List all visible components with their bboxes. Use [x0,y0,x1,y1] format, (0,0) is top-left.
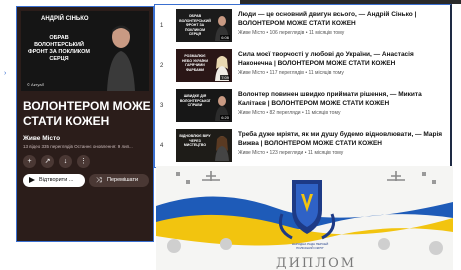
thumbnail-logo: © АктуаЛ [27,82,45,87]
video-title[interactable]: Люди — це основний двигун всього, — Андр… [238,10,448,28]
screenshot-stage: › АНДРІЙ СІНЬКО ОБРАВ ВОЛОНТЕРСЬКИЙ ФРОН… [0,0,461,270]
person-silhouette [107,25,135,91]
thumbnail-caption: ШВИДКЕ ДІЯ ВОЛОНТЕРСЬКОЇ СПРАВИ [179,94,211,107]
video-thumbnail[interactable]: РОЗМАЛЮЄ НЕБО УКРАЇНИ ГАРЯЧИМИ ФАРБАМИ 7… [176,49,232,82]
video-thumbnail[interactable]: ВІДНОВЛЮЄ ВІРУ ЧЕРЕЗ МИСТЕЦТВО [176,129,232,162]
video-title[interactable]: Волонтер повинен швидко приймати рішення… [238,90,448,108]
more-icon[interactable]: ⋮ [77,155,90,168]
list-item[interactable]: 3 ШВИДКЕ ДІЯ ВОЛОНТЕРСЬКОЇ СПРАВИ 6:20 В… [155,87,453,125]
playlist-meta: 13 відео 335 переглядів Останнє оновленн… [23,144,133,149]
playlist-title: ВОЛОНТЕРОМ МОЖЕ СТАТИ КОЖЕН [23,99,151,128]
shuffle-label: Перемішати [107,177,139,183]
share-icon[interactable]: ↗ [41,155,54,168]
download-icon[interactable]: ↓ [59,155,72,168]
video-meta: Живе Місто • 106 переглядів • 11 місяців… [238,30,345,36]
video-index: 1 [160,23,164,29]
play-all-label: Відтворити ... [39,177,74,183]
thumbnail-caption: ОБРАВ ВОЛОНТЕРСЬКИЙ ФРОНТ ЗА ПОКЛИКОМ СЕ… [28,35,90,62]
person-silhouette [215,136,229,161]
list-item[interactable]: 1 ОБРАВ ВОЛОНТЕРСЬКИЙ ФРОНТ ЗА ПОКЛИКОМ … [155,7,453,45]
video-list: 1 ОБРАВ ВОЛОНТЕРСЬКИЙ ФРОНТ ЗА ПОКЛИКОМ … [154,4,452,168]
video-thumbnail[interactable]: ШВИДКЕ ДІЯ ВОЛОНТЕРСЬКОЇ СПРАВИ 6:20 [176,89,232,122]
video-title[interactable]: Треба дуже мріяти, як ми душу будемо від… [238,130,448,148]
video-index: 4 [160,143,164,149]
video-meta: Живе Місто • 123 перегляди • 11 місяців … [238,150,344,156]
video-meta: Живе Місто • 117 переглядів • 11 місяців… [238,70,344,76]
video-duration: 6:06 [220,35,230,40]
thumbnail-caption: ВІДНОВЛЮЄ ВІРУ ЧЕРЕЗ МИСТЕЦТВО [179,134,211,147]
video-meta: Живе Місто • 82 перегляди • 11 місяців т… [238,110,341,116]
playlist-actions: + ↗ ↓ ⋮ [23,155,90,168]
video-index: 3 [160,103,164,109]
side-arrow-icon: › [4,70,7,77]
video-thumbnail[interactable]: ОБРАВ ВОЛОНТЕРСЬКИЙ ФРОНТ ЗА ПОКЛИКОМ СЕ… [176,9,232,42]
play-all-button[interactable]: Відтворити ... [23,174,85,187]
thumbnail-person-name: АНДРІЙ СІНЬКО [41,16,89,22]
video-duration: 6:20 [220,115,230,120]
playlist-thumbnail[interactable]: АНДРІЙ СІНЬКО ОБРАВ ВОЛОНТЕРСЬКИЙ ФРОНТ … [21,11,149,91]
play-icon [29,177,35,183]
diploma-title: ДИПЛОМ [276,256,357,270]
list-item[interactable]: 2 РОЗМАЛЮЄ НЕБО УКРАЇНИ ГАРЯЧИМИ ФАРБАМИ… [155,47,453,85]
video-title[interactable]: Сила моєї творчості у любові до України,… [238,50,448,68]
add-icon[interactable]: + [23,155,36,168]
playlist-header-panel: АНДРІЙ СІНЬКО ОБРАВ ВОЛОНТЕРСЬКИЙ ФРОНТ … [16,6,154,242]
list-item[interactable]: 4 ВІДНОВЛЮЄ ВІРУ ЧЕРЕЗ МИСТЕЦТВО Треба д… [155,127,453,165]
shuffle-button[interactable]: ⤨ Перемішати [89,174,149,187]
video-index: 2 [160,63,164,69]
diploma-image: НАРОДНА РАДА ПЕРСЕЙ ПОЛІСЬКИЙ ОКРУГ ДИПЛ… [156,166,453,270]
thumbnail-caption: РОЗМАЛЮЄ НЕБО УКРАЇНИ ГАРЯЧИМИ ФАРБАМИ [182,54,208,72]
diploma-graphic [156,166,453,270]
shuffle-icon: ⤨ [96,177,102,184]
thumbnail-caption: ОБРАВ ВОЛОНТЕРСЬКИЙ ФРОНТ ЗА ПОКЛИКОМ СЕ… [179,14,211,36]
channel-name[interactable]: Живе Місто [23,135,60,142]
video-duration: 7:09 [220,75,230,80]
emblem-caption: НАРОДНА РАДА ПЕРСЕЙ ПОЛІСЬКИЙ ОКРУГ [291,242,329,250]
